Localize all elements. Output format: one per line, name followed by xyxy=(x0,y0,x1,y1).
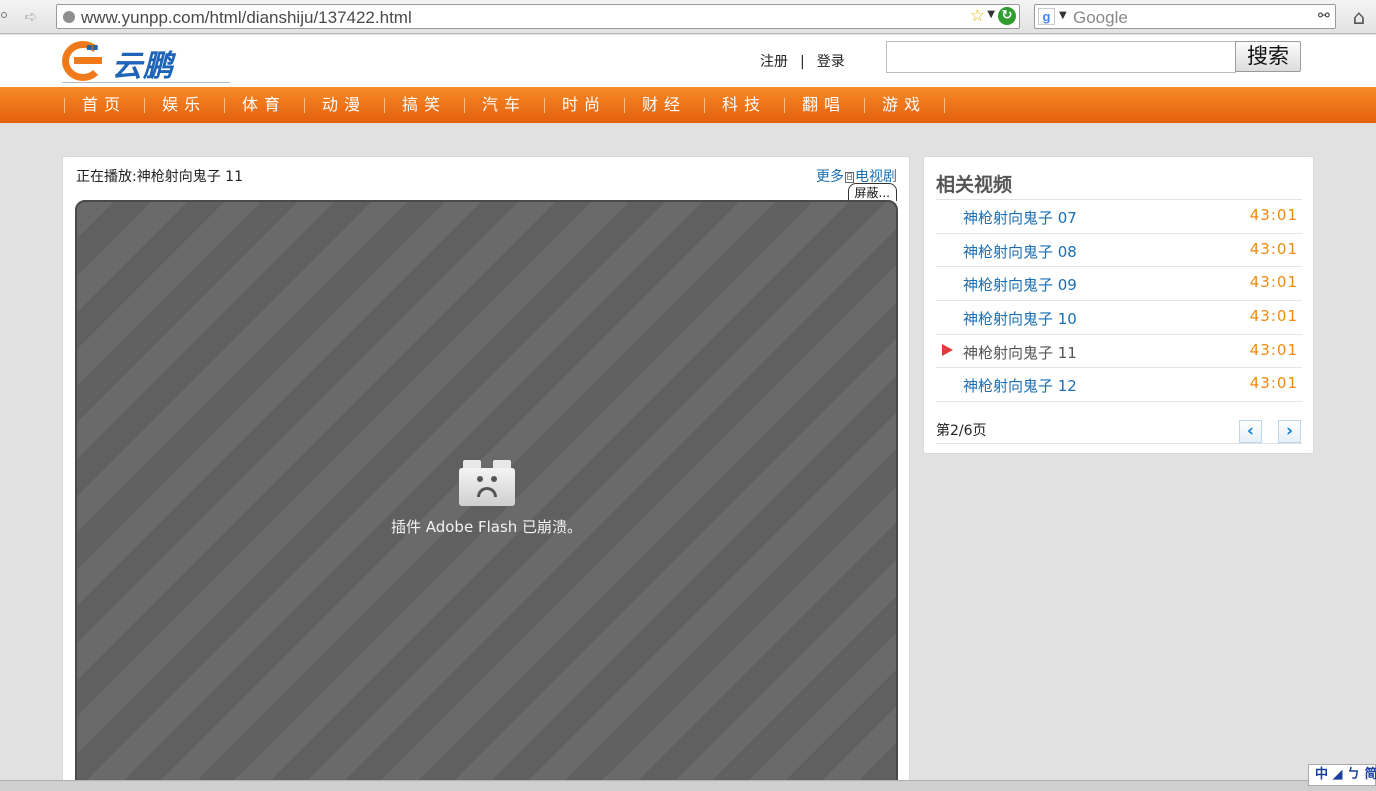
pager-divider xyxy=(936,443,1302,444)
related-title: 相关视频 xyxy=(936,174,1013,196)
logo-dots: ▪▪ xyxy=(86,42,99,53)
related-item-duration: 43:01 xyxy=(1249,206,1298,224)
logo-text: 云鹏 xyxy=(112,49,174,84)
site-identity-icon[interactable] xyxy=(63,11,75,23)
now-playing-arrow-icon xyxy=(942,343,953,356)
prev-page-button[interactable]: ‹ xyxy=(1239,420,1262,443)
binoculars-icon[interactable]: ⚯ xyxy=(1318,8,1330,24)
site-logo[interactable]: ▪▪ 云鹏 xyxy=(62,41,230,84)
broken-image-icon: 日 xyxy=(845,172,854,183)
related-item[interactable]: 神枪射向鬼子 08 43:01 xyxy=(936,234,1302,268)
status-strip xyxy=(0,780,1376,791)
related-list: 神枪射向鬼子 07 43:01 神枪射向鬼子 08 43:01 神枪射向鬼子 0… xyxy=(936,199,1302,403)
nav-item-covers[interactable]: 翻唱 xyxy=(784,87,864,123)
related-item-duration: 43:01 xyxy=(1249,273,1298,292)
related-item-title[interactable]: 神枪射向鬼子 09 xyxy=(963,274,1077,295)
login-link[interactable]: 登录 xyxy=(817,51,845,71)
address-bar[interactable]: www.yunpp.com/html/dianshiju/137422.html… xyxy=(56,4,1020,29)
nav-item-anime[interactable]: 动漫 xyxy=(304,87,384,123)
back-indicator-icon[interactable] xyxy=(1,12,7,18)
home-icon[interactable]: ⌂ xyxy=(1348,6,1370,28)
related-item-title[interactable]: 神枪射向鬼子 11 xyxy=(963,342,1077,363)
reload-icon[interactable]: ↻ xyxy=(998,7,1016,25)
crash-message: 插件 Adobe Flash 已崩溃。 xyxy=(390,518,583,536)
forward-arrow-icon[interactable]: ➪ xyxy=(20,7,42,27)
related-item-duration: 43:01 xyxy=(1249,340,1298,359)
nav-divider xyxy=(944,98,945,113)
related-item[interactable]: 神枪射向鬼子 10 43:01 xyxy=(936,301,1302,335)
nav-item-sports[interactable]: 体育 xyxy=(224,87,304,123)
related-item-duration: 43:01 xyxy=(1249,239,1298,258)
nav-item-funny[interactable]: 搞笑 xyxy=(384,87,464,123)
related-item[interactable]: 神枪射向鬼子 12 43:01 xyxy=(936,368,1302,403)
page-indicator: 第2/6页 xyxy=(936,423,987,439)
nav-item-finance[interactable]: 财经 xyxy=(624,87,704,123)
logo-g-bar xyxy=(74,57,102,64)
bookmark-star-icon[interactable]: ☆ xyxy=(970,6,985,26)
main-nav: 首页 娱乐 体育 动漫 搞笑 汽车 时尚 财经 科技 翻唱 游戏 xyxy=(0,87,1376,123)
site-search-button[interactable]: 搜索 xyxy=(1235,41,1301,72)
related-item-duration: 43:01 xyxy=(1249,307,1298,326)
site-search-input[interactable] xyxy=(886,41,1236,73)
address-text[interactable]: www.yunpp.com/html/dianshiju/137422.html xyxy=(81,8,412,28)
site-header: ▪▪ 云鹏 注册 | 登录 搜索 xyxy=(0,35,1376,87)
related-item-title[interactable]: 神枪射向鬼子 10 xyxy=(963,308,1077,329)
related-item-duration: 43:01 xyxy=(1249,374,1298,393)
engine-dropdown-icon[interactable]: ▼ xyxy=(1059,10,1067,21)
history-dropdown-icon[interactable]: ▼ xyxy=(987,9,995,20)
nav-item-entertainment[interactable]: 娱乐 xyxy=(144,87,224,123)
next-page-button[interactable]: › xyxy=(1278,420,1301,443)
nav-item-games[interactable]: 游戏 xyxy=(864,87,944,123)
google-engine-icon[interactable]: g xyxy=(1038,8,1055,25)
nav-item-home[interactable]: 首页 xyxy=(64,87,144,123)
related-item-title[interactable]: 神枪射向鬼子 07 xyxy=(963,207,1077,228)
crashed-plugin-area[interactable]: 插件 Adobe Flash 已崩溃。 xyxy=(75,200,898,790)
related-videos-panel: 相关视频 神枪射向鬼子 07 43:01 神枪射向鬼子 08 43:01 神枪射… xyxy=(923,156,1314,454)
related-item[interactable]: 神枪射向鬼子 09 43:01 xyxy=(936,267,1302,302)
browser-search-placeholder[interactable]: Google xyxy=(1073,8,1128,28)
ime-toolbar[interactable]: 中 ◢ ㄅ 简 xyxy=(1308,764,1376,786)
register-link[interactable]: 注册 xyxy=(760,51,788,71)
now-playing-title: 正在播放:神枪射向鬼子 11 xyxy=(76,169,243,185)
browser-search-bar[interactable]: g ▼ Google xyxy=(1034,4,1336,29)
related-item-current[interactable]: 神枪射向鬼子 11 43:01 xyxy=(936,335,1302,369)
related-item-title[interactable]: 神枪射向鬼子 08 xyxy=(963,241,1077,262)
nav-item-auto[interactable]: 汽车 xyxy=(464,87,544,123)
related-item-title[interactable]: 神枪射向鬼子 12 xyxy=(963,375,1077,396)
sad-plugin-icon xyxy=(459,460,515,506)
nav-list: 首页 娱乐 体育 动漫 搞笑 汽车 时尚 财经 科技 翻唱 游戏 xyxy=(64,87,945,123)
more-label[interactable]: 更多 xyxy=(816,169,844,185)
nav-item-fashion[interactable]: 时尚 xyxy=(544,87,624,123)
nav-item-tech[interactable]: 科技 xyxy=(704,87,784,123)
browser-toolbar: ➪ www.yunpp.com/html/dianshiju/137422.ht… xyxy=(0,0,1376,34)
related-item[interactable]: 神枪射向鬼子 07 43:01 xyxy=(936,200,1302,234)
account-links-separator: | xyxy=(800,54,805,70)
block-plugin-button[interactable]: 屏蔽... xyxy=(847,183,897,201)
account-links: 注册 | 登录 xyxy=(760,51,845,71)
player-panel: 正在播放:神枪射向鬼子 11 更多日电视剧 屏蔽... 插件 Adobe Fla… xyxy=(62,156,910,791)
